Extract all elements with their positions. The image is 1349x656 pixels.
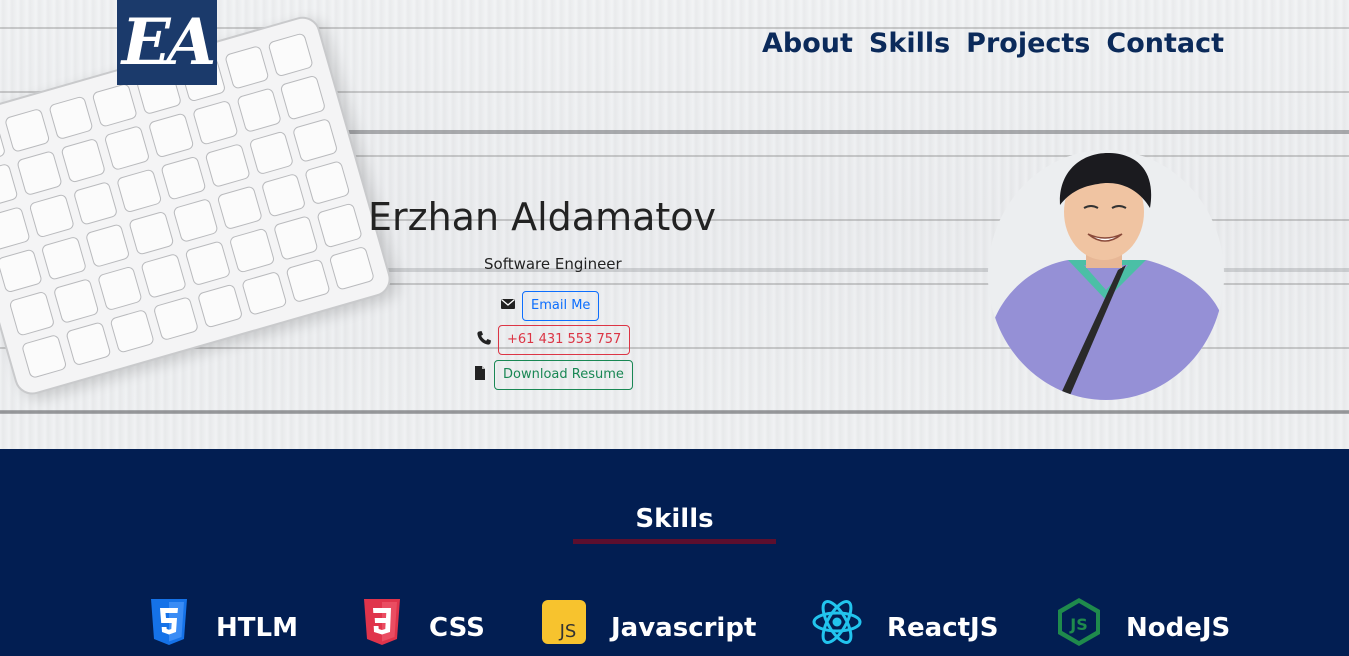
skill-label: NodeJS [1126,613,1231,643]
nav-projects-link[interactable]: Projects [966,28,1090,59]
envelope-icon [500,296,516,317]
react-icon [811,599,863,645]
site-logo[interactable]: EA [117,0,217,85]
profile-name: Erzhan Aldamatov [368,195,717,239]
svg-text:JS: JS [559,621,577,642]
skill-item-reactjs: ReactJS [811,599,998,645]
nodejs-icon: JS [1056,598,1102,646]
logo-text: EA [121,5,216,80]
resume-row: Download Resume [472,360,633,390]
html5-icon [146,599,192,645]
hero-section: EA About Skills Projects Contact Erzhan … [0,0,1349,449]
file-icon [472,365,488,386]
skills-underline [573,539,776,544]
skill-label: ReactJS [887,613,999,643]
skill-label: HTLM [216,613,298,643]
download-resume-button[interactable]: Download Resume [494,360,633,390]
phone-icon [476,330,492,351]
css3-icon [359,599,405,645]
nav-skills-link[interactable]: Skills [869,28,950,59]
skills-section: Skills HTLM CSS JS Javascript ReactJS JS… [0,449,1349,656]
skill-item-css: CSS [359,599,485,645]
wood-plank-line [0,410,1349,414]
skill-item-nodejs: JS NodeJS [1056,598,1231,646]
skill-item-javascript: JS Javascript [541,599,756,645]
skill-label: CSS [429,613,485,643]
main-nav: About Skills Projects Contact [762,28,1224,59]
profile-photo [988,150,1224,400]
email-me-button[interactable]: Email Me [522,291,600,321]
profile-role: Software Engineer [484,255,622,273]
nav-contact-link[interactable]: Contact [1106,28,1224,59]
nav-about-link[interactable]: About [762,28,853,59]
phone-row: +61 431 553 757 [476,325,631,355]
svg-text:JS: JS [1069,615,1087,634]
skill-item-html: HTLM [146,599,298,645]
javascript-icon: JS [541,599,587,645]
phone-number-button[interactable]: +61 431 553 757 [498,325,631,355]
skills-heading: Skills [635,504,714,534]
email-row: Email Me [500,291,600,321]
skill-label: Javascript [611,613,757,643]
